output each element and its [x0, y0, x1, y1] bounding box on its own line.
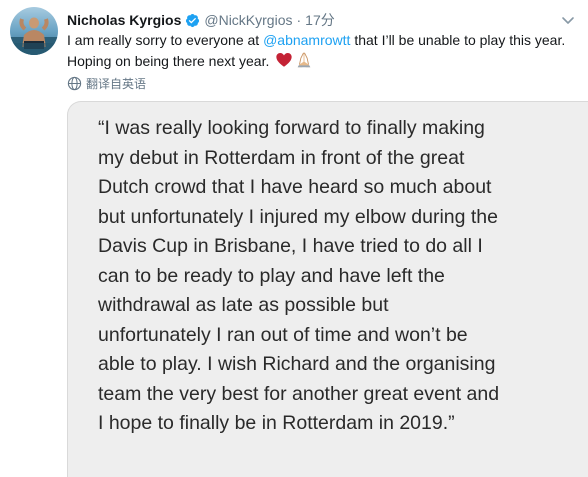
statement-line: can to be ready to play and have left th…: [98, 264, 445, 287]
tweet-header: Nicholas Kyrgios @NickKyrgios · 17分: [67, 10, 335, 30]
avatar-image: [10, 7, 58, 55]
statement-line: team the very best for another great eve…: [98, 382, 500, 405]
statement-text: “I was really looking forward to finally…: [98, 114, 578, 439]
translate-link[interactable]: 翻译自英语: [67, 74, 146, 92]
statement-line: withdrawal as late as possible but: [98, 294, 389, 316]
handle[interactable]: @NickKyrgios: [204, 12, 292, 28]
tweet-text-part: Hoping on being there next year.: [67, 53, 274, 69]
praying-hands-icon: [297, 52, 311, 68]
chevron-down-icon[interactable]: [560, 12, 576, 28]
timestamp[interactable]: 17分: [305, 10, 335, 30]
tweet-card: Nicholas Kyrgios @NickKyrgios · 17分 I am…: [0, 0, 588, 477]
statement-line: “I was really looking forward to finally…: [98, 117, 485, 139]
separator-dot: ·: [296, 12, 302, 28]
translate-label: 翻译自英语: [86, 76, 147, 91]
tweet-text-part: I am really sorry to everyone at: [67, 32, 264, 48]
display-name[interactable]: Nicholas Kyrgios: [67, 12, 181, 28]
tweet-text: I am really sorry to everyone at @abnamr…: [67, 30, 572, 72]
tweet-media-image[interactable]: “I was really looking forward to finally…: [67, 101, 588, 477]
mention-link[interactable]: @abnamrowtt: [263, 32, 350, 48]
statement-line: Davis Cup in Brisbane, I have tried to d…: [98, 235, 483, 257]
statement-line: I hope to finally be in Rotterdam in 201…: [98, 412, 455, 434]
statement-line: able to play. I wish Richard and the org…: [98, 353, 496, 375]
statement-line: Dutch crowd that I have heard so much ab…: [98, 176, 492, 198]
tweet-text-part: that I’ll be unable to play this year.: [350, 32, 566, 48]
verified-badge-icon: [186, 13, 200, 27]
heart-icon: [276, 52, 292, 67]
statement-line: my debut in Rotterdam in front of the gr…: [98, 146, 465, 169]
statement-line: but unfortunately I injured my elbow dur…: [98, 205, 498, 228]
avatar[interactable]: [10, 7, 58, 55]
statement-line: unfortunately I ran out of time and won’…: [98, 323, 468, 346]
globe-icon: [67, 76, 82, 90]
